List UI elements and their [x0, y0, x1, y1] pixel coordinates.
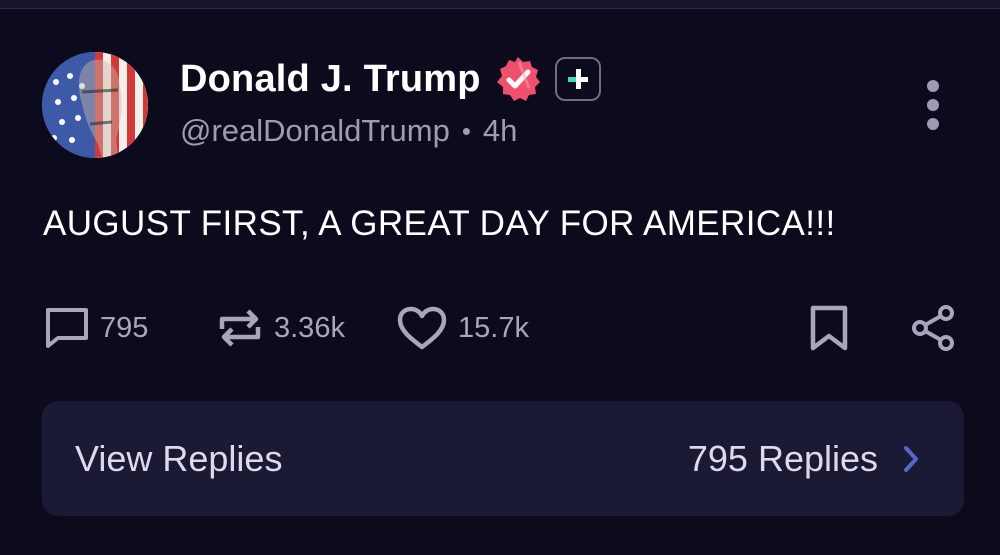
share-icon [912, 305, 954, 351]
post-timestamp: 4h [482, 113, 518, 148]
plus-badge-icon [567, 69, 588, 89]
reply-button[interactable]: 795 [44, 303, 148, 353]
more-dot-icon [927, 118, 939, 130]
more-dot-icon [927, 80, 939, 92]
meta-separator: • [461, 115, 471, 146]
chevron-right-icon [904, 445, 918, 472]
replies-count-group: 795 Replies [688, 438, 920, 480]
repost-button[interactable]: 3.36k [216, 303, 345, 353]
bookmark-icon [810, 305, 848, 351]
like-button[interactable]: 15.7k [396, 303, 529, 353]
avatar-image [42, 52, 148, 158]
repost-icon [219, 309, 261, 347]
reply-icon [46, 308, 88, 348]
replies-count-label: 795 Replies [687, 437, 878, 479]
share-button[interactable] [908, 303, 958, 353]
view-replies-label: View Replies [75, 437, 283, 479]
author-handle[interactable]: @realDonaldTrump [180, 113, 450, 149]
author-row: Donald J. Trump [180, 54, 601, 104]
avatar[interactable] [42, 52, 148, 158]
view-replies-bar[interactable]: View Replies 795 Replies [42, 401, 964, 516]
repost-count: 3.36k [274, 311, 345, 344]
truth-post: Donald J. Trump @realDonaldTrump • 4h AU… [0, 0, 1000, 555]
author-meta: @realDonaldTrump • 4h [180, 110, 517, 152]
reply-count: 795 [100, 311, 149, 344]
more-dot-icon [927, 99, 939, 111]
heart-icon [397, 306, 447, 350]
bookmark-button[interactable] [806, 303, 852, 353]
top-divider [0, 0, 1000, 9]
verified-badge-icon [496, 57, 540, 101]
plus-badge[interactable] [554, 57, 601, 101]
more-options-button[interactable] [918, 80, 948, 130]
author-display-name[interactable]: Donald J. Trump [180, 58, 481, 101]
like-count: 15.7k [458, 311, 529, 344]
post-text: AUGUST FIRST, A GREAT DAY FOR AMERICA!!! [43, 204, 836, 243]
